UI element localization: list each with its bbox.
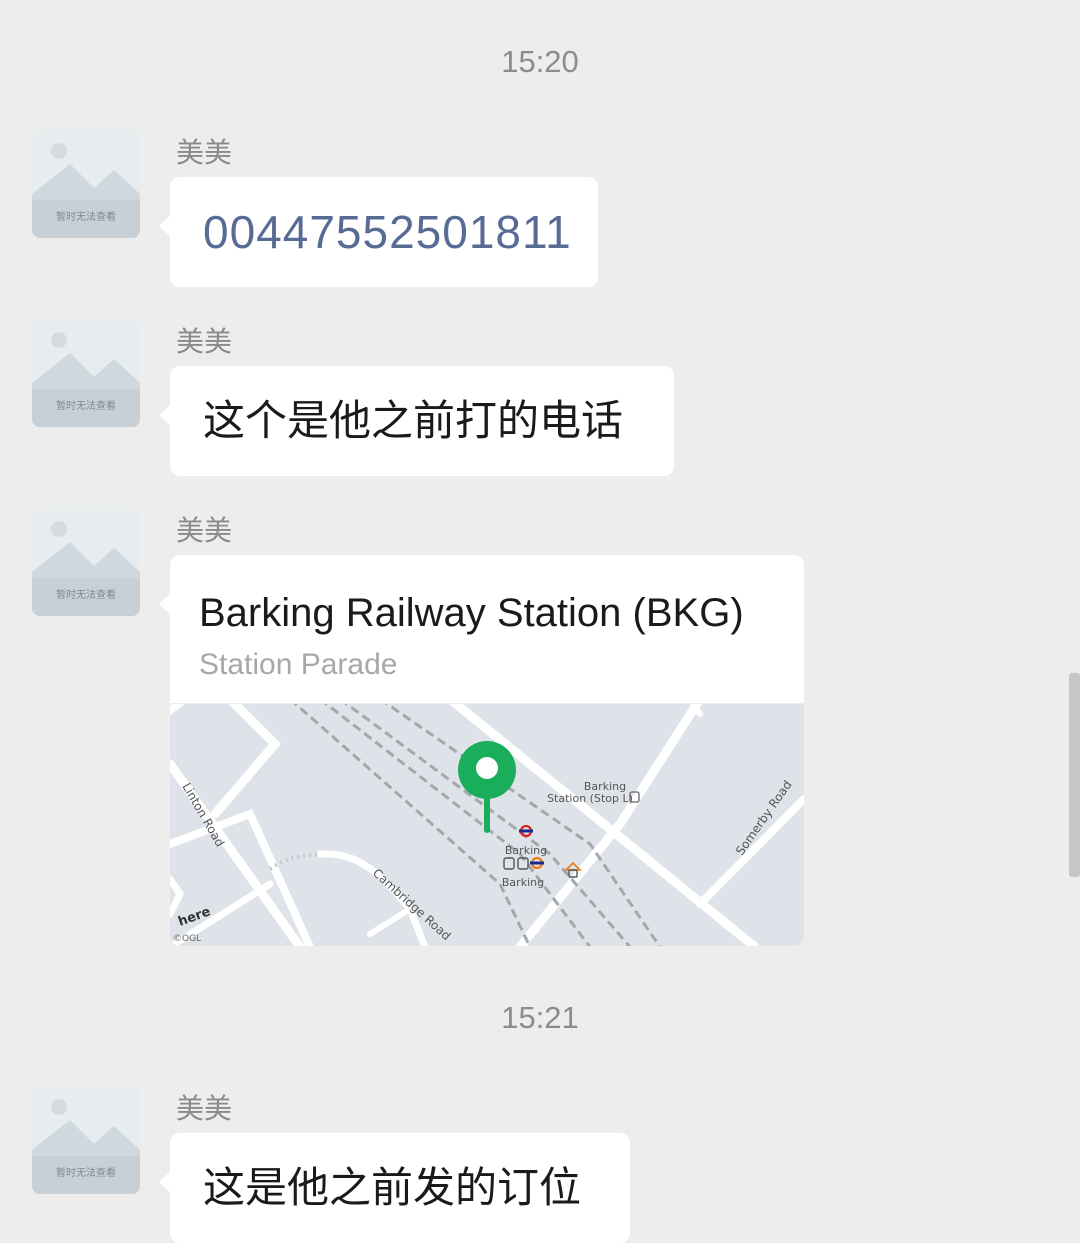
avatar-placeholder-text: 暂时无法查看 <box>56 588 116 601</box>
avatar[interactable]: 暂时无法查看 <box>32 130 140 238</box>
location-map[interactable]: Linton Road Cambridge Road Somerby Road … <box>170 703 804 946</box>
location-address: Station Parade <box>199 648 398 681</box>
phone-number-link[interactable]: 00447552501811 <box>203 177 572 287</box>
map-label: Barking <box>505 844 547 857</box>
message-text: 这是他之前发的订位 <box>203 1163 582 1212</box>
avatar[interactable]: 暂时无法查看 <box>32 1086 140 1194</box>
location-card[interactable]: Barking Railway Station (BKG) Station Pa… <box>170 555 804 946</box>
bubble-tail <box>159 215 171 237</box>
avatar-placeholder-text: 暂时无法查看 <box>56 210 116 223</box>
message-bubble[interactable]: 这个是他之前打的电话 <box>159 366 674 476</box>
bubble-tail <box>159 404 171 426</box>
message-text: 这个是他之前打的电话 <box>203 396 624 445</box>
location-title: Barking Railway Station (BKG) <box>199 591 744 635</box>
bubble-tail <box>159 1171 171 1193</box>
sender-name: 美美 <box>176 514 233 547</box>
sender-name: 美美 <box>176 325 233 358</box>
message-bubble[interactable]: 00447552501811 <box>159 177 598 287</box>
avatar-placeholder-text: 暂时无法查看 <box>56 399 116 412</box>
map-attribution: ©OGL <box>173 934 201 944</box>
sender-name: 美美 <box>176 1092 233 1125</box>
scrollbar[interactable] <box>1069 673 1080 877</box>
sender-name: 美美 <box>176 136 233 169</box>
timestamp: 15:20 <box>501 44 579 79</box>
map-label: Barking <box>502 876 544 889</box>
avatar[interactable]: 暂时无法查看 <box>32 319 140 427</box>
timestamp: 15:21 <box>501 1000 579 1035</box>
avatar[interactable]: 暂时无法查看 <box>32 508 140 616</box>
avatar-placeholder-text: 暂时无法查看 <box>56 1166 116 1179</box>
map-label: Station (Stop L) <box>547 792 633 805</box>
message-bubble[interactable]: 这是他之前发的订位 <box>159 1133 630 1243</box>
